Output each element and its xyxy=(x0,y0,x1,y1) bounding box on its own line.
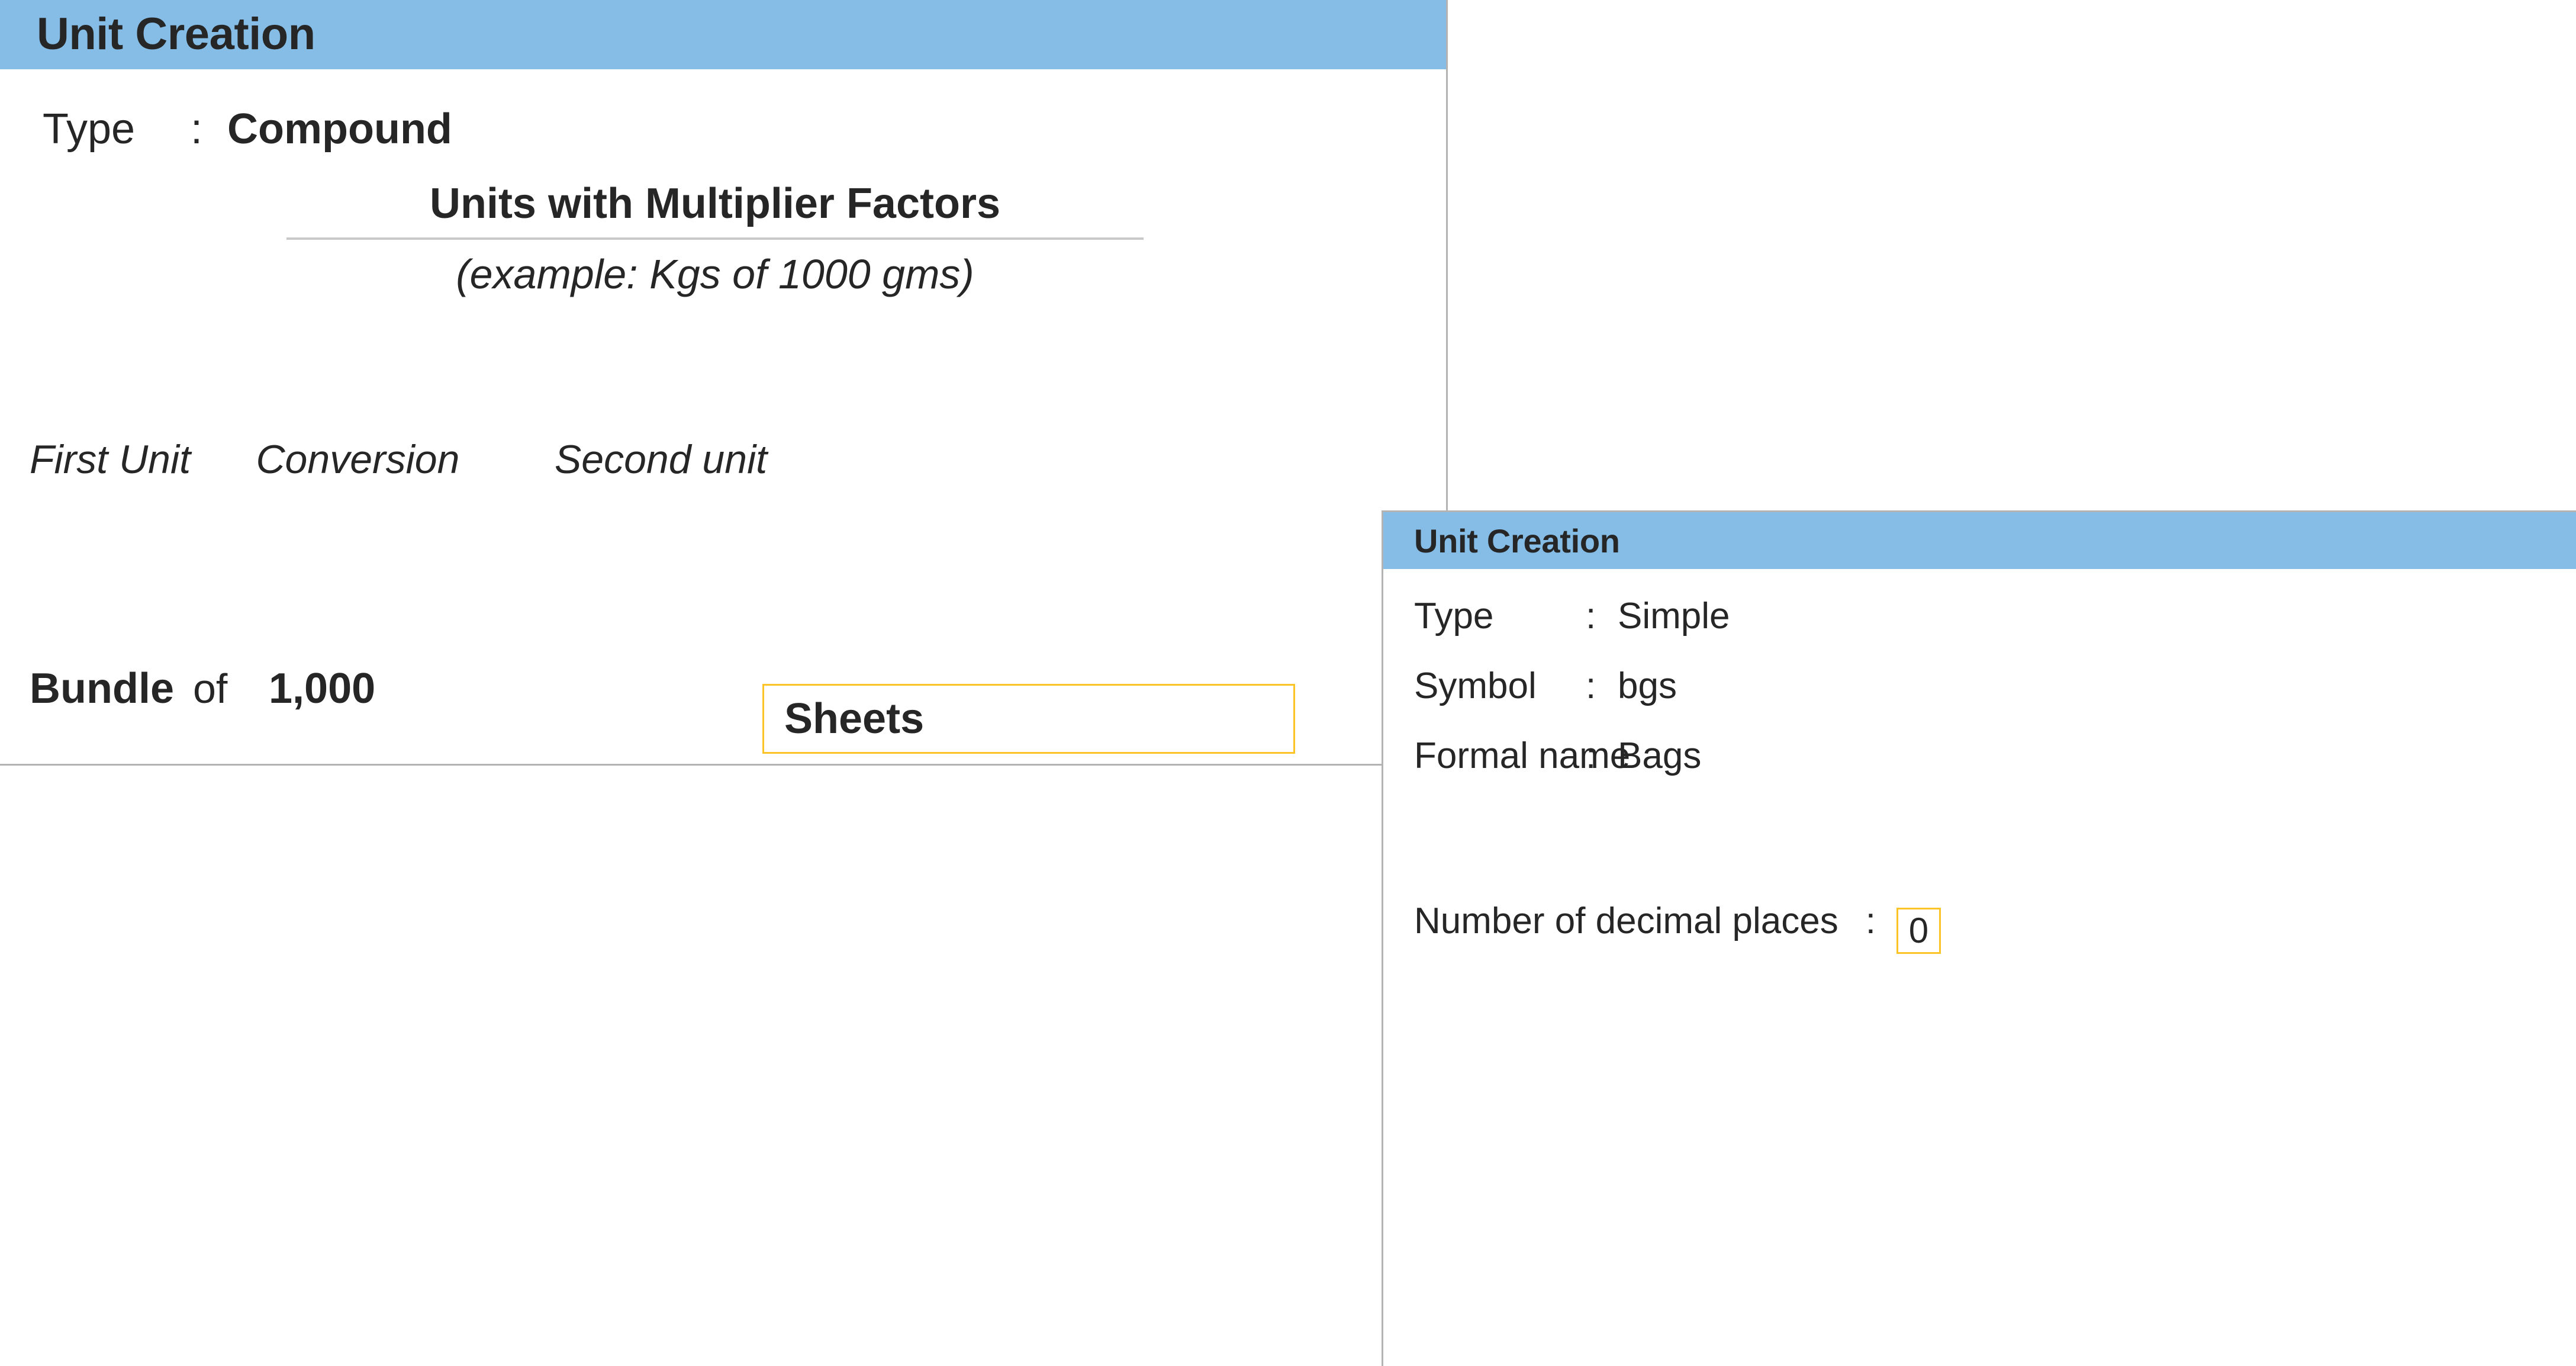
column-header-conversion: Conversion xyxy=(256,437,460,482)
compound-dialog-title: Unit Creation xyxy=(37,8,315,59)
multiplier-factors-example: (example: Kgs of 1000 gms) xyxy=(456,251,974,297)
multiplier-factors-section: Units with Multiplier Factors (example: … xyxy=(265,179,1165,298)
decimal-places-input-value: 0 xyxy=(1908,911,1929,950)
section-divider xyxy=(286,237,1144,240)
column-header-second-unit: Second unit xyxy=(554,437,768,482)
second-unit-input[interactable]: Sheets xyxy=(762,684,1295,754)
simple-dialog-title: Unit Creation xyxy=(1414,522,1620,560)
compound-type-value[interactable]: Compound xyxy=(227,105,452,153)
second-unit-input-value: Sheets xyxy=(784,695,925,743)
first-unit-value[interactable]: Bundle xyxy=(30,664,193,713)
simple-formal-name-colon: : xyxy=(1586,735,1596,776)
conversion-quantity-value[interactable]: 1,000 xyxy=(269,664,517,713)
conversion-column-headers: First Unit Conversion Second unit xyxy=(30,436,886,483)
decimal-places-label: Number of decimal places xyxy=(1414,901,1838,941)
simple-formal-name-value[interactable]: Bags xyxy=(1618,735,1701,777)
decimal-places-colon: : xyxy=(1865,901,1876,941)
simple-type-row: Type : Simple xyxy=(1414,595,1730,637)
compound-dialog-titlebar: Unit Creation xyxy=(0,0,1446,69)
decimal-places-input[interactable]: 0 xyxy=(1896,908,1941,954)
column-header-first-unit: First Unit xyxy=(30,437,191,482)
simple-formal-name-label: Formal name xyxy=(1414,735,1631,776)
conversion-of-label: of xyxy=(193,666,228,712)
decimal-places-row: Number of decimal places : 0 xyxy=(1414,898,1941,954)
compound-type-label: Type xyxy=(43,105,136,153)
simple-symbol-label: Symbol xyxy=(1414,666,1537,706)
simple-type-value[interactable]: Simple xyxy=(1618,595,1730,637)
unit-creation-compound-dialog: Unit Creation Type : Compound Units with… xyxy=(0,0,1448,766)
compound-dialog-body: Type : Compound Units with Multiplier Fa… xyxy=(0,69,1446,764)
screenshot-root: Unit Creation Type : Compound Units with… xyxy=(0,0,2576,1366)
simple-symbol-row: Symbol : bgs xyxy=(1414,665,1677,707)
compound-type-colon: : xyxy=(191,105,203,153)
compound-type-row: Type : Compound xyxy=(43,105,452,153)
conversion-data-row: Bundle of 1,000 xyxy=(30,664,517,713)
simple-dialog-body: Type : Simple Symbol : bgs Formal name :… xyxy=(1383,569,2576,1366)
simple-type-colon: : xyxy=(1586,596,1596,637)
simple-symbol-colon: : xyxy=(1586,666,1596,706)
multiplier-factors-heading: Units with Multiplier Factors xyxy=(429,180,1001,227)
simple-formal-name-row: Formal name : Bags xyxy=(1414,735,1701,777)
simple-type-label: Type xyxy=(1414,596,1494,637)
unit-creation-simple-dialog: Unit Creation Type : Simple Symbol : bgs… xyxy=(1382,510,2576,1366)
simple-dialog-titlebar: Unit Creation xyxy=(1383,512,2576,569)
simple-symbol-value[interactable]: bgs xyxy=(1618,665,1677,707)
